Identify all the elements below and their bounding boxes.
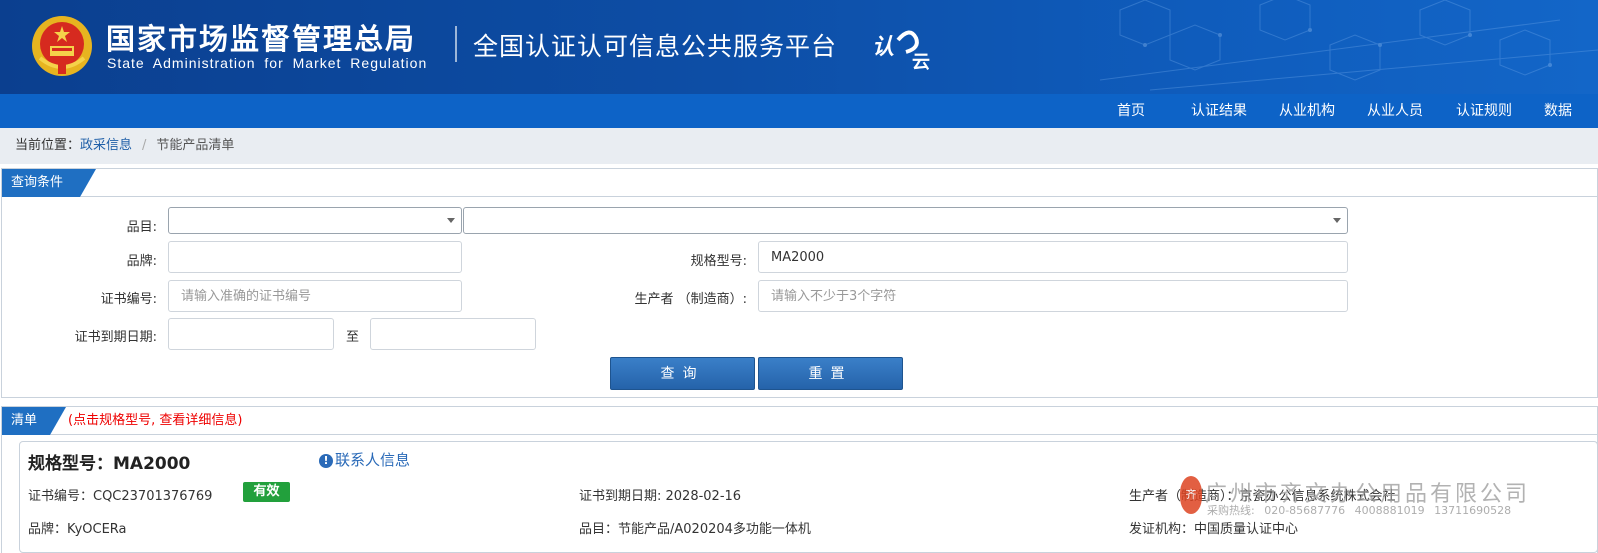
list-hint: (点击规格型号, 查看详细信息) — [68, 413, 243, 428]
svg-text:云: 云 — [912, 52, 930, 72]
platform-title: 全国认证认可信息公共服务平台 — [473, 32, 838, 61]
nav-item-home[interactable]: 首页 — [1117, 94, 1145, 128]
reset-button[interactable]: 重置 — [758, 357, 903, 390]
chevron-down-icon — [1333, 218, 1341, 223]
list-panel-tab: 清单 — [2, 407, 66, 435]
platform-logo: 认 云 — [872, 22, 936, 73]
result-category: 品目：节能产品/A020204多功能一体机 — [579, 522, 811, 537]
site-header: 国家市场监督管理总局 State Administration for Mark… — [0, 0, 1598, 94]
main-nav: 首页 认证结果 从业机构 从业人员 认证规则 数据 — [0, 94, 1598, 128]
query-panel-tab: 查询条件 — [2, 169, 96, 197]
breadcrumb: 当前位置：政采信息 / 节能产品清单 — [0, 128, 1598, 164]
contact-info-label: 联系人信息 — [335, 451, 411, 469]
breadcrumb-separator: / — [142, 138, 147, 153]
agency-title-en: State Administration for Market Regulati… — [107, 55, 428, 71]
cloud-logo-icon: 认 云 — [872, 30, 930, 73]
brand-label: 品牌: — [126, 254, 157, 269]
cert-no-input[interactable] — [168, 280, 462, 312]
result-model[interactable]: 规格型号：MA2000 — [28, 449, 190, 474]
chevron-down-icon — [447, 218, 455, 223]
expiry-from-input[interactable] — [168, 318, 334, 350]
nav-item-cert-rules[interactable]: 认证规则 — [1456, 94, 1512, 128]
breadcrumb-link-procurement[interactable]: 政采信息 — [80, 138, 132, 153]
nav-item-cert-results[interactable]: 认证结果 — [1191, 94, 1247, 128]
expiry-to-input[interactable] — [370, 318, 536, 350]
contact-info-link[interactable]: ! 联系人信息 — [319, 449, 410, 470]
expiry-label: 证书到期日期: — [74, 330, 157, 345]
model-label: 规格型号: — [690, 254, 747, 269]
maker-label: 生产者 （制造商）: — [634, 292, 747, 307]
cert-no-label: 证书编号: — [100, 292, 157, 307]
svg-text:认: 认 — [872, 35, 894, 60]
breadcrumb-current: 节能产品清单 — [156, 138, 235, 153]
nav-item-data[interactable]: 数据 — [1544, 94, 1572, 128]
list-panel-header: 清单 (点击规格型号, 查看详细信息) — [2, 407, 1597, 435]
status-badge: 有效 — [243, 482, 290, 502]
national-emblem-icon — [32, 16, 92, 76]
result-expiry: 证书到期日期: 2028-02-16 — [579, 489, 742, 504]
nav-item-institutions[interactable]: 从业机构 — [1279, 94, 1335, 128]
watermark-phone: 采购热线: 020-85687776 4008881019 1371169052… — [1207, 504, 1512, 517]
result-cert-no: 证书编号：CQC23701376769 — [28, 489, 213, 504]
header-decoration — [1099, 0, 1598, 91]
breadcrumb-label: 当前位置： — [15, 138, 81, 153]
category-label: 品目: — [126, 220, 157, 235]
search-button[interactable]: 查询 — [610, 357, 755, 390]
agency-title: 国家市场监督管理总局 — [106, 22, 417, 56]
model-input[interactable] — [758, 241, 1348, 273]
nav-item-personnel[interactable]: 从业人员 — [1367, 94, 1423, 128]
header-divider — [455, 26, 457, 62]
brand-input[interactable] — [168, 241, 462, 273]
info-icon: ! — [319, 454, 333, 468]
expiry-to-label: 至 — [346, 330, 360, 345]
query-panel: 查询条件 品目: 品牌: 规格型号: 证书编号: 生产者 （制造商）: 证书到期… — [1, 168, 1598, 398]
category-select-primary[interactable] — [168, 207, 462, 234]
maker-input[interactable] — [758, 280, 1348, 312]
watermark-seal: 齐 — [1180, 476, 1202, 514]
category-select-secondary[interactable] — [463, 207, 1348, 234]
result-issuer: 发证机构：中国质量认证中心 — [1129, 522, 1299, 537]
query-panel-header: 查询条件 — [2, 169, 1597, 197]
result-brand: 品牌：KyOCERa — [28, 522, 127, 537]
result-card: 规格型号：MA2000 ! 联系人信息 证书编号：CQC23701376769 有… — [19, 441, 1598, 553]
